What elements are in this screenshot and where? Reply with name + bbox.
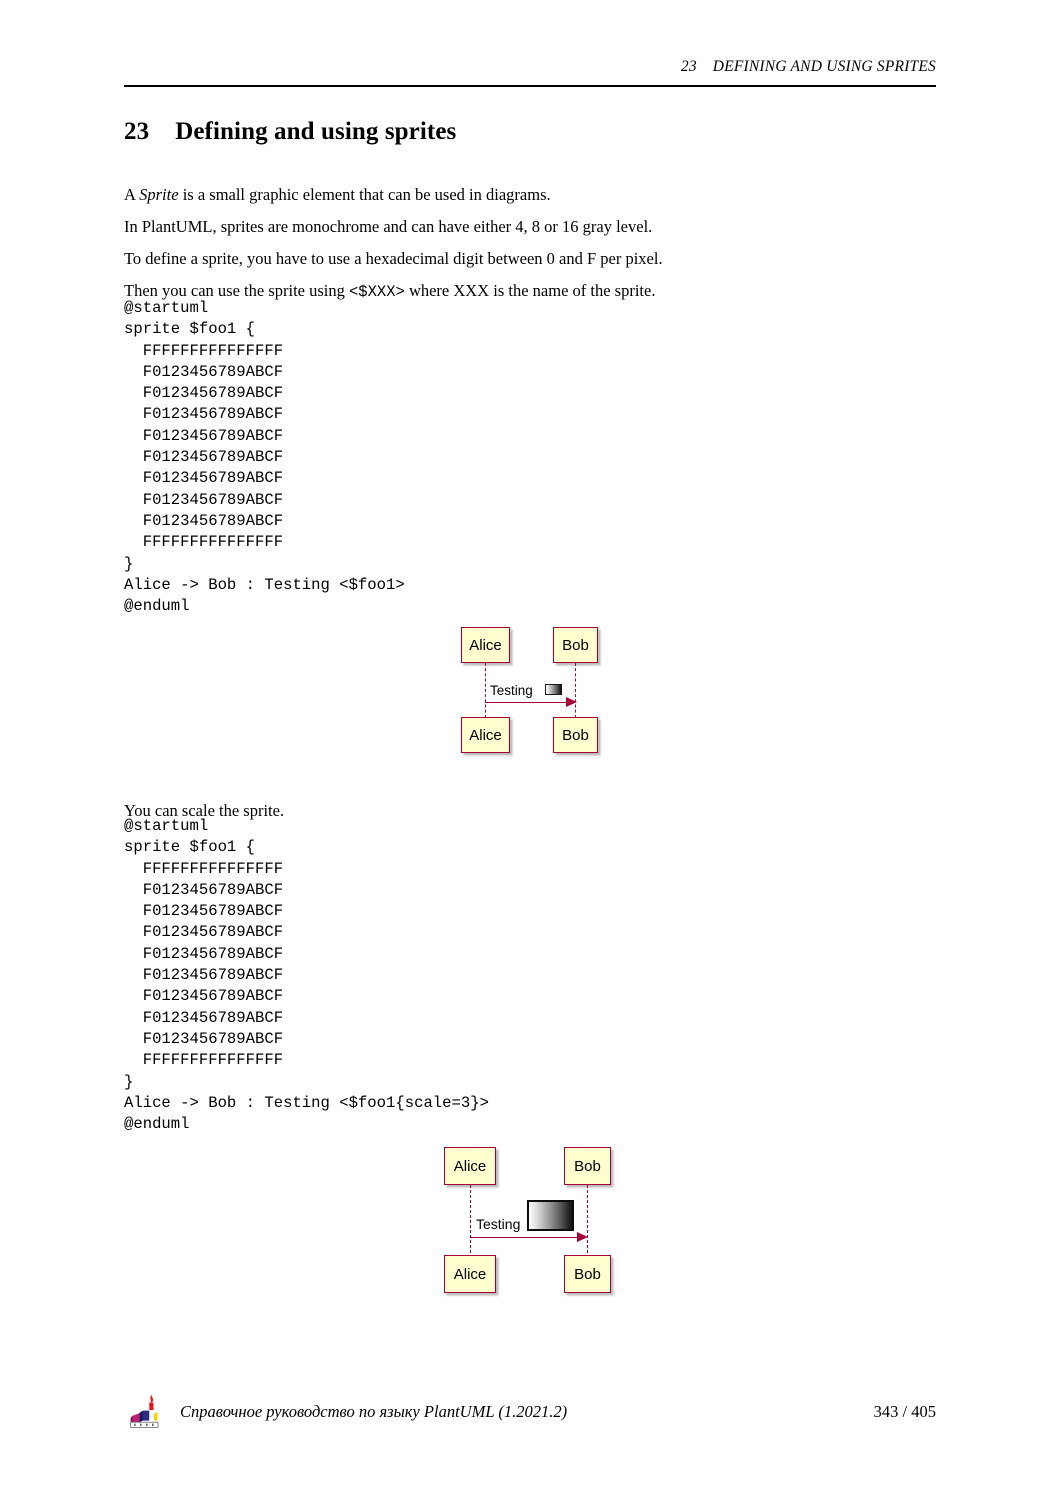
participant-box-bob-bottom: Bob <box>553 717 598 753</box>
message-label-testing: Testing <box>490 683 533 698</box>
section-number: 23 <box>124 118 150 145</box>
message-arrow-line <box>470 1237 580 1238</box>
participant-label: Bob <box>574 1157 601 1175</box>
para1-part-b: is a small graphic element that can be u… <box>178 184 551 204</box>
participant-label: Bob <box>562 636 589 654</box>
message-arrow-head <box>577 1232 588 1242</box>
participant-label: Alice <box>469 726 502 744</box>
sequence-diagram-basic: Alice Bob Testing Alice Bob <box>440 615 620 765</box>
lifeline-bob <box>587 1185 588 1263</box>
footer-page-number: 343 / 405 <box>873 1402 936 1421</box>
participant-box-bob-bottom: Bob <box>564 1255 611 1293</box>
participant-label: Alice <box>469 636 502 654</box>
plantuml-logo-icon <box>130 1392 162 1430</box>
participant-box-alice-top: Alice <box>444 1147 496 1185</box>
participant-box-alice-bottom: Alice <box>444 1255 496 1293</box>
foo1-sprite-icon <box>545 684 562 695</box>
section-heading-text: Defining and using sprites <box>175 118 457 145</box>
header-title: DEFINING AND USING SPRITES <box>712 58 936 75</box>
para1-emphasis: Sprite <box>139 184 179 204</box>
lifeline-bob <box>575 663 576 723</box>
running-header: 23 DEFINING AND USING SPRITES <box>124 58 936 76</box>
participant-box-alice-bottom: Alice <box>461 717 510 753</box>
header-rule <box>124 85 936 87</box>
message-label-testing: Testing <box>476 1216 521 1232</box>
sequence-diagram-scaled: Alice Bob Testing Alice Bob <box>430 1135 630 1305</box>
message-arrow-line <box>485 702 569 703</box>
code-block-basic-sprite: @startuml sprite $foo1 { FFFFFFFFFFFFFFF… <box>124 299 405 616</box>
message-arrow-head <box>566 697 577 707</box>
para1-part-a: A <box>124 184 140 204</box>
paragraph-sprite-definition: A Sprite is a small graphic element that… <box>124 185 551 205</box>
page-title: 23 Defining and using sprites <box>124 118 456 146</box>
paragraph-gray-levels: In PlantUML, sprites are monochrome and … <box>124 216 653 236</box>
participant-label: Bob <box>574 1265 601 1283</box>
participant-label: Alice <box>453 1265 487 1283</box>
participant-box-bob-top: Bob <box>564 1147 611 1185</box>
lifeline-alice <box>485 663 486 723</box>
participant-label: Bob <box>562 726 589 744</box>
para4-part-b: where XXX is the name of the sprite. <box>404 280 656 300</box>
code-block-scaled-sprite: @startuml sprite $foo1 { FFFFFFFFFFFFFFF… <box>124 817 489 1134</box>
paragraph-hex-digit: To define a sprite, you have to use a he… <box>124 248 663 268</box>
participant-label: Alice <box>453 1157 487 1175</box>
foo1-sprite-scaled-icon <box>527 1200 574 1231</box>
lifeline-alice <box>470 1185 471 1263</box>
participant-box-alice-top: Alice <box>461 627 510 663</box>
participant-box-bob-top: Bob <box>553 627 598 663</box>
header-section-number: 23 <box>680 58 697 75</box>
document-page: 23 DEFINING AND USING SPRITES 23 Defining … <box>0 0 1060 1500</box>
para4-part-a: Then you can use the sprite using <box>124 280 349 300</box>
footer-document-title: Справочное руководство по языку PlantUML… <box>180 1402 568 1421</box>
